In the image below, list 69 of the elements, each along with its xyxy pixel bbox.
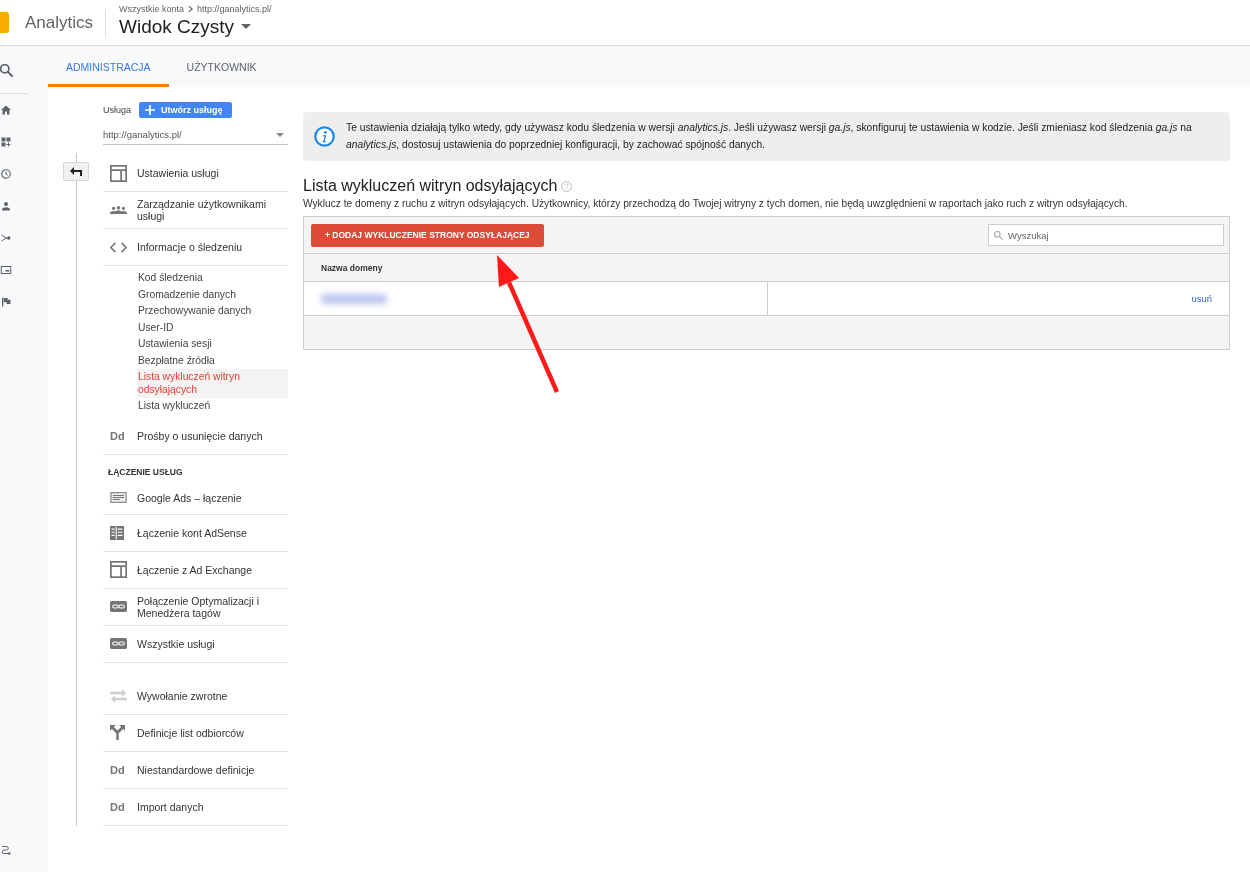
swap-arrows-icon xyxy=(110,688,127,703)
dd-icon: Dd xyxy=(110,763,125,776)
sidebar-item[interactable]: Definicje list odbiorców xyxy=(103,714,288,752)
flag-icon[interactable] xyxy=(0,296,12,308)
caret-down-icon xyxy=(276,132,284,137)
back-button[interactable] xyxy=(63,162,89,181)
submenu-item[interactable]: Lista wykluczeń witryn odsyłających xyxy=(137,369,288,398)
sidebar-item[interactable]: Dd Prośby o usunięcie danych xyxy=(103,417,288,455)
sidebar-item[interactable]: Informacje o śledzeniu xyxy=(103,229,288,266)
submenu-item[interactable]: Przechowywanie danych xyxy=(137,303,288,320)
sidebar-item[interactable]: Wywołanie zwrotne xyxy=(103,677,288,715)
sidebar-item[interactable]: Połączenie Optymalizacji i Menedżera tagów xyxy=(103,588,288,626)
section-title: Lista wykluczeń witryn odsyłających xyxy=(303,177,558,195)
section-heading: ŁĄCZENIE USŁUG xyxy=(107,465,184,479)
route-icon[interactable] xyxy=(0,844,12,856)
sidebar-item[interactable]: Łączenie z Ad Exchange xyxy=(103,551,288,589)
tab[interactable]: UŻYTKOWNIK xyxy=(168,46,275,87)
sidebar-item[interactable]: Dd Import danych xyxy=(103,788,288,826)
logo-icon xyxy=(0,12,9,33)
display-icon[interactable] xyxy=(0,264,12,276)
submenu-item[interactable]: User-ID xyxy=(137,319,288,336)
submenu-item[interactable]: Ustawienia sesji xyxy=(137,336,288,353)
info-icon xyxy=(314,126,335,147)
breadcrumb-link[interactable]: Wszystkie konta xyxy=(119,3,185,14)
search-icon[interactable] xyxy=(0,63,13,77)
section-description: Wyklucz te domeny z ruchu z witryn odsyłających. Użytkownicy, którzy przechodzą do Twojej witryny z tych domen, nie będą uwzględnieni w raportach jako ruch z witryn odsyłających. xyxy=(303,198,1129,209)
submenu-item[interactable]: Kod śledzenia xyxy=(137,270,288,287)
product-name: Analytics xyxy=(25,12,94,33)
sidebar-item[interactable]: Wszystkie usługi xyxy=(103,625,288,663)
dd-icon: Dd xyxy=(110,429,125,442)
remove-link[interactable]: usuń xyxy=(1191,293,1212,304)
sidebar-item[interactable]: Zarządzanie użytkownikami usługi xyxy=(103,192,288,229)
layout-icon xyxy=(110,561,127,578)
link-icon xyxy=(110,638,127,649)
add-exclusion-button[interactable]: + DODAJ WYKLUCZENIE STRONY ODSYŁAJĄCEJ xyxy=(311,223,544,247)
property-select[interactable]: http://ganalytics.pl/ xyxy=(103,125,288,145)
property-label: Usługa xyxy=(103,105,131,115)
create-property-button[interactable]: Utwórz usługę xyxy=(139,102,232,118)
home-icon[interactable] xyxy=(0,104,12,116)
chevron-right-icon xyxy=(188,4,194,13)
sidebar-item[interactable]: Ustawienia usługi xyxy=(103,155,288,192)
notice-text: Te ustawienia działają tylko wtedy, gdy używasz kodu śledzenia w wersji analytics.js. Jeśli używasz wersji ga.js, skonfiguruj te ustawienia w kodzie. Jeśli zmieniasz kod śledzenia ga.js na analytics.js, dostosuj ustawienia do poprzedniej konfiguracji, by zachować spójność danych. xyxy=(346,121,1193,152)
layout-icon xyxy=(110,164,127,182)
plus-icon xyxy=(145,105,155,115)
search-field[interactable]: Wyszukaj xyxy=(988,224,1224,246)
fork-icon xyxy=(110,725,125,740)
sidebar-item[interactable]: Dd Niestandardowe definicje xyxy=(103,751,288,789)
lines-card-icon xyxy=(110,492,127,503)
sidebar-item[interactable]: Łączenie kont AdSense xyxy=(103,514,288,552)
tab[interactable]: ADMINISTRACJA xyxy=(48,46,169,87)
link-icon xyxy=(110,601,127,612)
code-icon xyxy=(110,241,127,253)
breadcrumb-link[interactable]: http://ganalytics.pl/ xyxy=(197,3,272,14)
list-grid-icon xyxy=(110,525,124,540)
view-selector[interactable]: Widok Czysty xyxy=(119,15,272,38)
arrow-left-icon xyxy=(70,167,82,176)
submenu-item[interactable]: Lista wykluczeń xyxy=(137,398,288,415)
search-icon xyxy=(994,230,1003,240)
person-icon[interactable] xyxy=(0,200,12,212)
people-icon xyxy=(110,205,127,215)
submenu-item[interactable]: Bezpłatne źródła xyxy=(137,352,288,369)
column-header: Nazwa domeny xyxy=(321,262,383,273)
dd-icon: Dd xyxy=(110,800,125,813)
clock-icon[interactable] xyxy=(0,168,12,180)
dashboard-icon[interactable] xyxy=(0,136,12,148)
flow-icon[interactable] xyxy=(0,232,12,244)
caret-down-icon xyxy=(241,24,252,29)
submenu-item[interactable]: Gromadzenie danych xyxy=(137,286,288,303)
sidebar-item[interactable]: Google Ads – łączenie xyxy=(103,481,288,515)
